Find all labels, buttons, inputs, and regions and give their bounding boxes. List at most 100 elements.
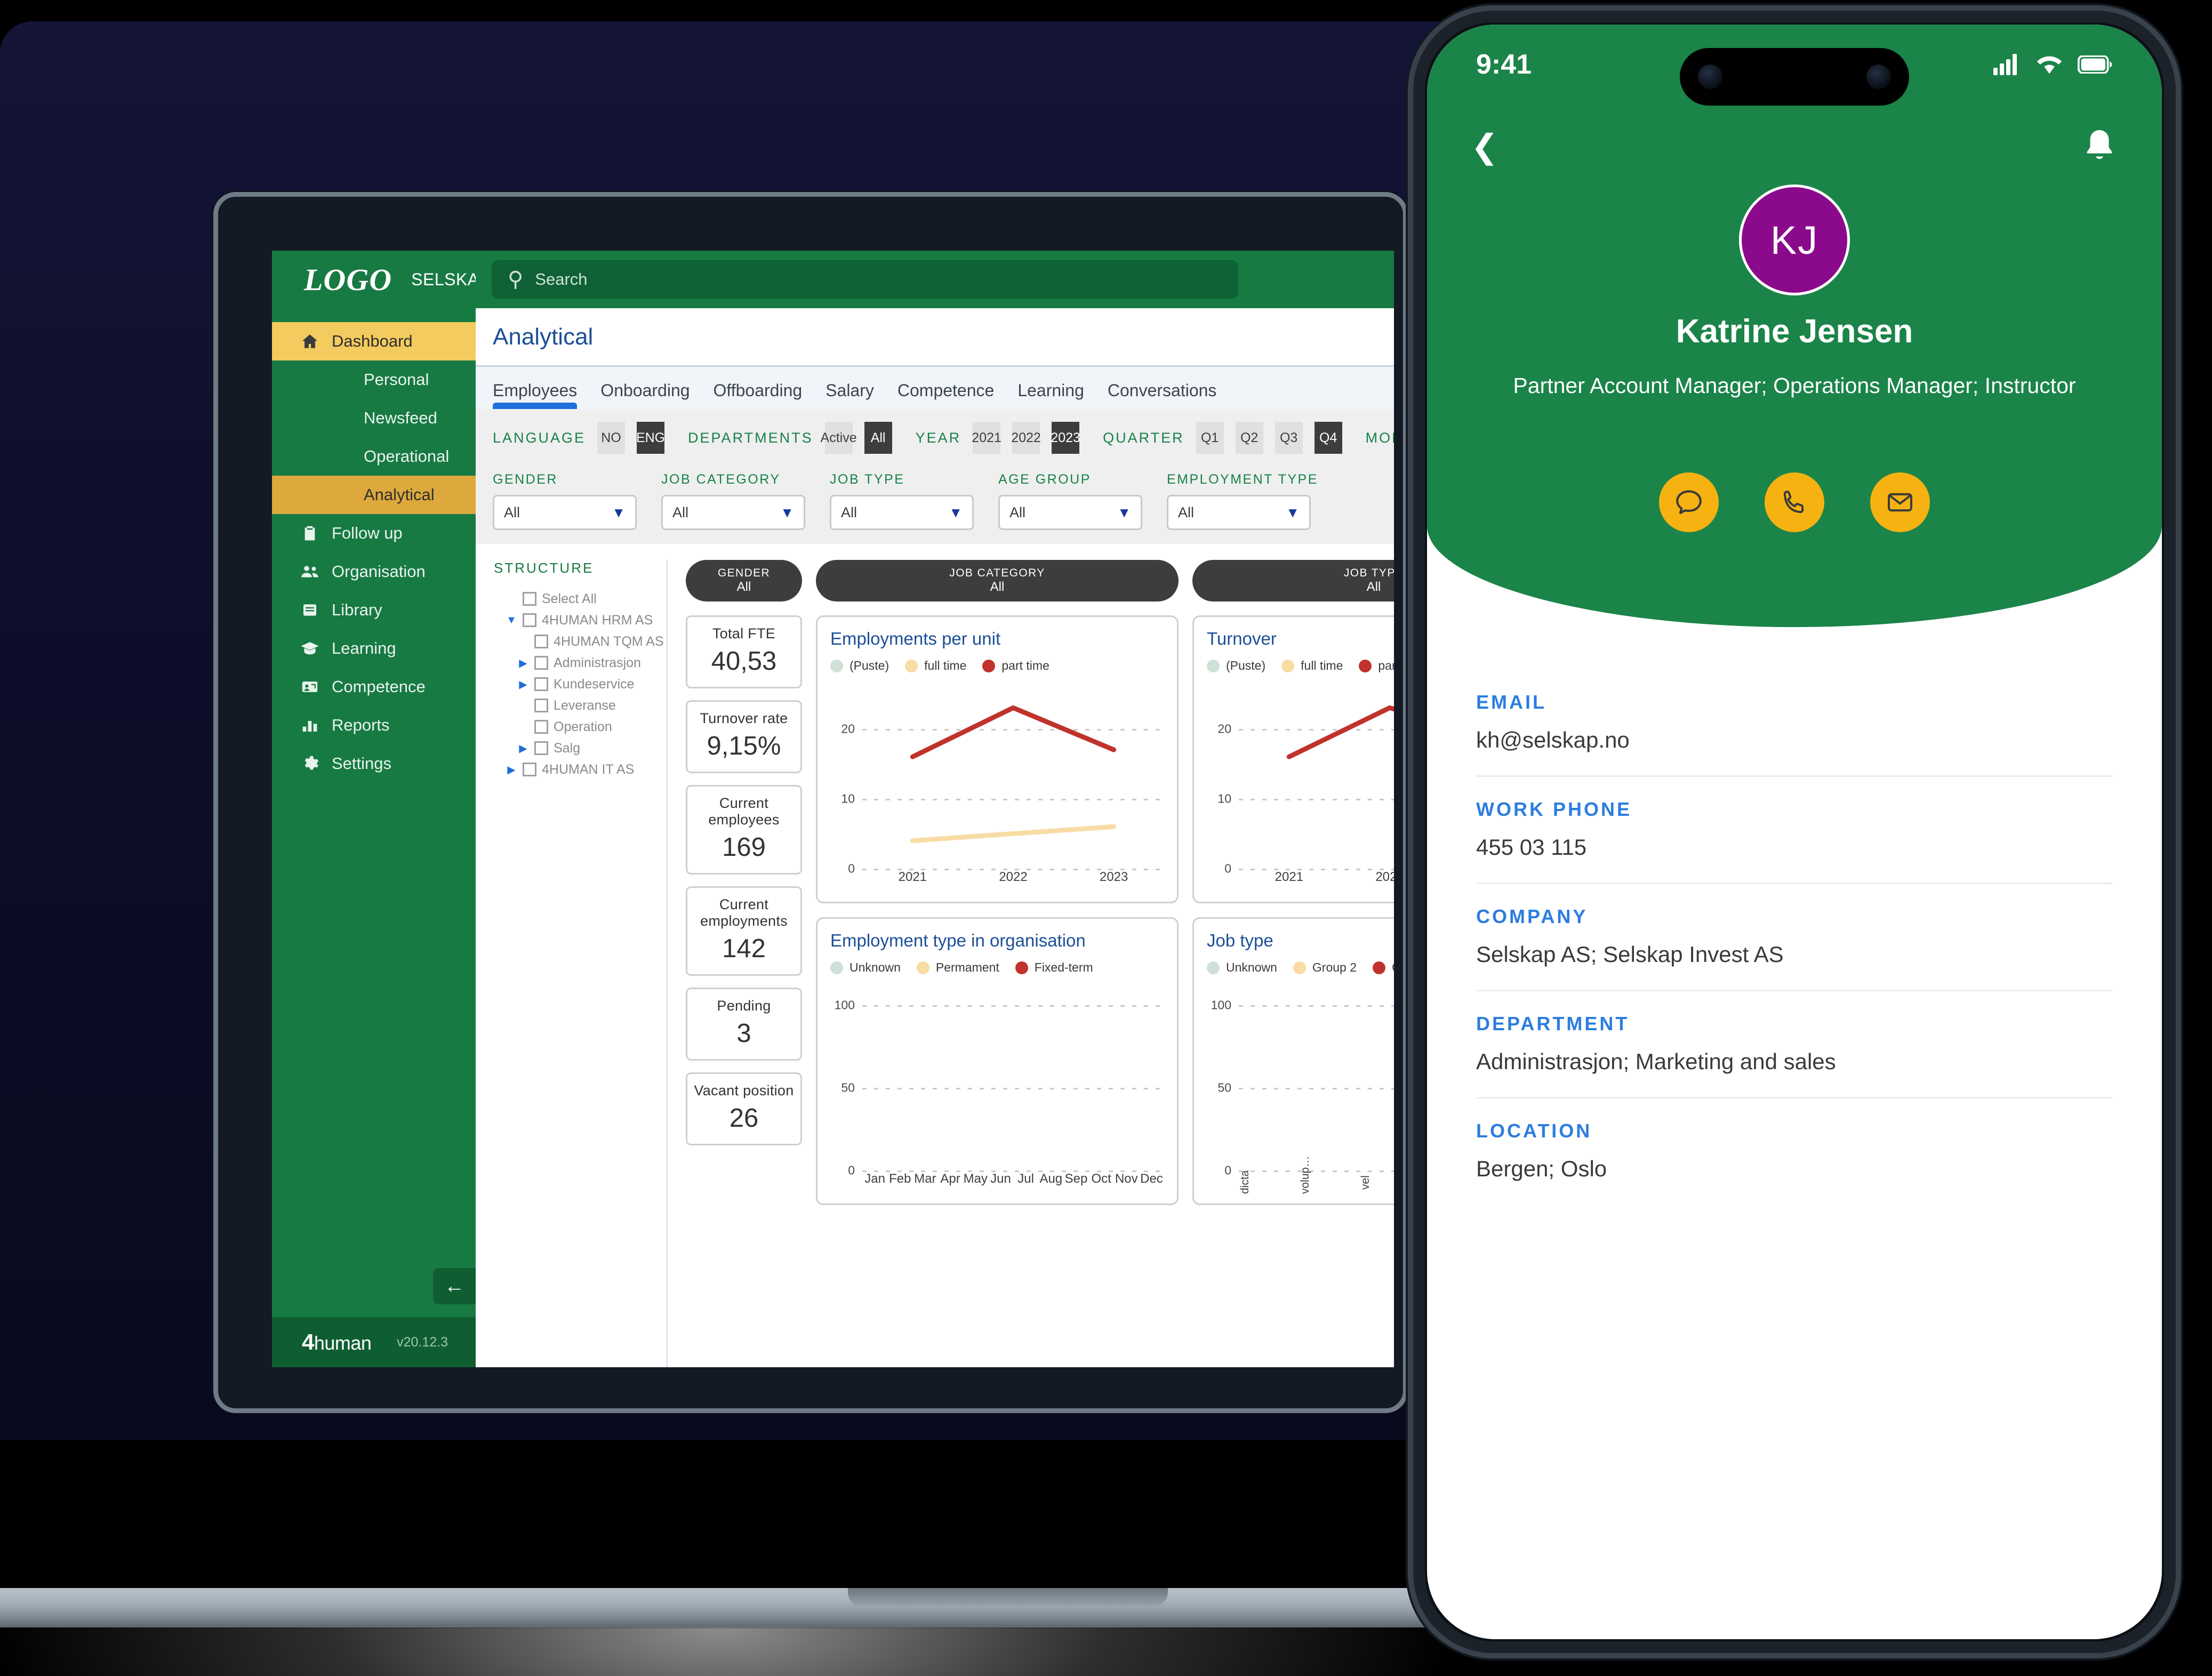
bell-icon[interactable] (2081, 127, 2118, 167)
chevron-down-icon[interactable]: ▼ (506, 614, 517, 627)
select-label: JOB CATEGORY (661, 472, 781, 487)
x-axis: 202120222023 (1239, 870, 1394, 892)
chart-lines (1239, 687, 1394, 869)
sidebar-item-dashboard[interactable]: Dashboard (272, 322, 476, 360)
detail-field-label: EMAIL (1476, 691, 1546, 713)
tree-node[interactable]: ▼ 4HUMAN HRM AS (494, 610, 666, 631)
filter-chip-quarter-q1[interactable]: Q1 (1196, 422, 1224, 454)
pill-job-category[interactable]: JOB CATEGORY All (816, 560, 1179, 602)
filter-chip-quarter-q4[interactable]: Q4 (1314, 422, 1342, 454)
select-control[interactable]: All ▼ (998, 495, 1142, 530)
sidebar-item-newsfeed[interactable]: Newsfeed (272, 399, 476, 437)
tab-competence[interactable]: Competence (897, 381, 994, 409)
sidebar-item-operational[interactable]: Operational (272, 437, 476, 476)
dynamic-island (1680, 48, 1909, 106)
tree-checkbox[interactable] (534, 635, 548, 648)
sidebar-item-competence[interactable]: Competence (272, 668, 476, 706)
barchart-icon (300, 717, 320, 734)
home-icon (300, 332, 320, 350)
tree-node[interactable]: ▶ Kundeservice (494, 673, 666, 695)
filter-chip-departments-all[interactable]: All (864, 422, 892, 454)
sidebar-item-reports[interactable]: Reports (272, 706, 476, 744)
pill-job-type[interactable]: JOB TYPE All (1192, 560, 1394, 602)
back-button[interactable]: ❮ (1471, 131, 1498, 164)
select-control[interactable]: All ▼ (661, 495, 805, 530)
filter-chip-year-2021[interactable]: 2021 (972, 422, 1001, 454)
sidebar-item-label: Settings (332, 754, 392, 773)
tree-checkbox[interactable] (523, 592, 536, 606)
legend-label: (Puste) (1226, 659, 1266, 672)
tree-checkbox[interactable] (523, 763, 536, 776)
x-axis: dictavolup…velautveniam (1239, 1156, 1394, 1194)
tab-list: Employees Onboarding Offboarding Salary Comp… (493, 381, 1394, 409)
filter-chip-language-eng[interactable]: ENG (636, 422, 665, 454)
sidebar-item-settings[interactable]: Settings (272, 744, 476, 783)
legend-item: Group 3 (1373, 960, 1394, 975)
chart-title: Employments per unit (830, 629, 1001, 648)
legend-label: part time (1378, 659, 1394, 672)
tree-node-label: Leveranse (554, 697, 616, 713)
sidebar-item-label: Reports (332, 716, 390, 734)
bar-slot (1114, 989, 1139, 1170)
chart-title: Employment type in organisation (830, 931, 1086, 950)
chart-plot: 050100dictavolup…velautveniam (1207, 989, 1394, 1194)
chevron-right-icon[interactable]: ▶ (517, 678, 529, 691)
tab-conversations[interactable]: Conversations (1108, 381, 1217, 409)
tree-checkbox[interactable] (534, 677, 548, 691)
tree-node[interactable]: ▶ 4HUMAN IT AS (494, 759, 666, 780)
tab-onboarding[interactable]: Onboarding (600, 381, 690, 409)
pill-gender-title: GENDER (717, 567, 771, 580)
tree-node[interactable]: ▶ Administrasjon (494, 652, 666, 673)
chevron-right-icon[interactable]: ▶ (517, 656, 529, 670)
sidebar-item-library[interactable]: Library (272, 591, 476, 629)
filter-select-employment-type: EMPLOYMENT TYPE All ▼ (1167, 472, 1317, 530)
chevron-down-icon: ▼ (949, 504, 963, 520)
legend-swatch (1015, 961, 1028, 974)
tab-salary[interactable]: Salary (826, 381, 874, 409)
tab-offboarding[interactable]: Offboarding (714, 381, 803, 409)
filter-chip-quarter-q3[interactable]: Q3 (1275, 422, 1303, 454)
legend-item: part time (982, 659, 1049, 673)
tree-node[interactable]: 4HUMAN TQM AS (494, 631, 666, 652)
chevron-right-icon[interactable]: ▶ (506, 763, 517, 776)
pill-gender[interactable]: GENDER All (686, 560, 802, 602)
sidebar-collapse-button[interactable]: ← (433, 1268, 476, 1304)
chat-action-button[interactable] (1659, 472, 1719, 532)
tree-checkbox[interactable] (534, 699, 548, 712)
wifi-icon (2037, 56, 2062, 74)
tree-checkbox[interactable] (523, 613, 536, 627)
sidebar-item-follow-up[interactable]: Follow up (272, 514, 476, 552)
email-action-button[interactable] (1870, 472, 1930, 532)
filter-chip-year-2023[interactable]: 2023 (1051, 422, 1080, 454)
tree-node[interactable]: ▶ Salg (494, 737, 666, 759)
x-axis-tick: Mar (914, 1172, 936, 1186)
legend-label: Unknown (849, 960, 901, 974)
tree-node[interactable]: Leveranse (494, 695, 666, 716)
kpi-value: 9,15% (707, 732, 781, 760)
tree-checkbox[interactable] (534, 656, 548, 670)
tree-checkbox[interactable] (534, 720, 548, 734)
pill-job-category-title: JOB CATEGORY (949, 567, 1045, 580)
tab-learning[interactable]: Learning (1017, 381, 1084, 409)
tree-node[interactable]: Select All (494, 588, 666, 610)
sidebar-item-analytical[interactable]: Analytical (272, 476, 476, 514)
select-control[interactable]: All ▼ (493, 495, 637, 530)
filter-chip-year-2022[interactable]: 2022 (1011, 422, 1041, 454)
chevron-right-icon[interactable]: ▶ (517, 742, 529, 755)
search-box[interactable]: ⚲ Search (492, 260, 1238, 299)
sidebar-item-personal[interactable]: Personal (272, 360, 476, 399)
filter-chip-language-no[interactable]: NO (597, 422, 626, 454)
tree-node[interactable]: Operation (494, 716, 666, 737)
sidebar-item-organisation[interactable]: Organisation (272, 552, 476, 591)
search-input[interactable]: Search (535, 270, 587, 289)
tree-checkbox[interactable] (534, 741, 548, 755)
call-action-button[interactable] (1765, 472, 1824, 532)
sidebar-item-learning[interactable]: Learning (272, 629, 476, 668)
x-axis-tick: dicta (1239, 1170, 1251, 1194)
select-control[interactable]: All ▼ (1167, 495, 1311, 530)
filter-chip-quarter-q2[interactable]: Q2 (1235, 422, 1263, 454)
tab-employees[interactable]: Employees (493, 381, 578, 409)
select-control[interactable]: All ▼ (830, 495, 974, 530)
filter-chip-departments-active[interactable]: Active (821, 422, 857, 454)
chart-column-1: JOB CATEGORY All Employments per unit (Pu… (816, 560, 1179, 1367)
